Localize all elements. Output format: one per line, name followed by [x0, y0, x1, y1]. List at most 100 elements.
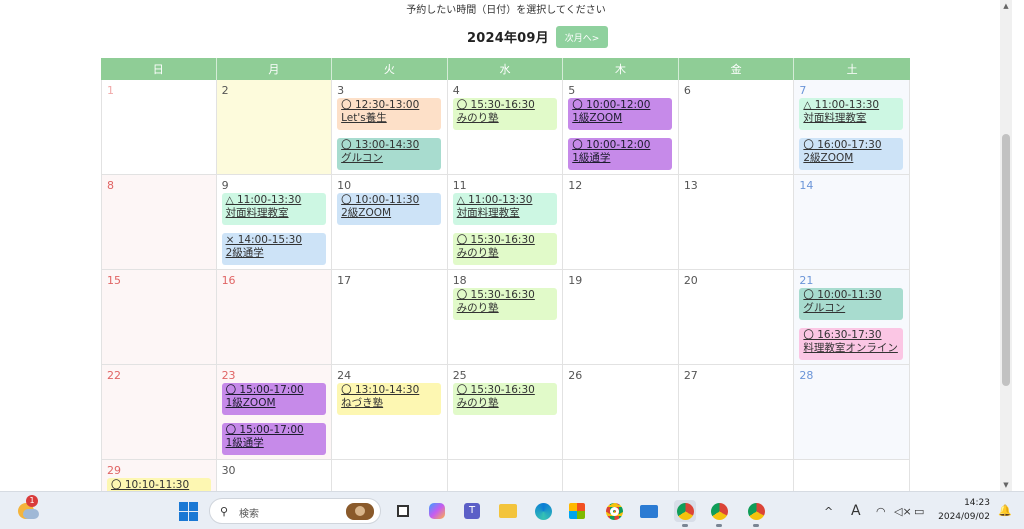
day-cell[interactable]: 29 〇 10:10-11:30: [101, 460, 217, 491]
empty-day-cell: [679, 460, 795, 491]
day-cell[interactable]: 23 〇 15:00-17:00 1級ZOOM 〇 15:00-17:00 1級通学: [216, 365, 333, 459]
event-slot-link[interactable]: 〇 15:30-16:30 みのり塾: [452, 383, 557, 415]
task-view-icon[interactable]: [392, 500, 414, 522]
next-month-button[interactable]: 次月へ>: [556, 26, 608, 48]
day-number: 2: [221, 84, 229, 97]
event-slot-link[interactable]: × 14:00-15:30 2級通学: [221, 233, 326, 265]
event-name: みのり塾: [456, 247, 499, 259]
day-cell[interactable]: 20: [679, 270, 795, 364]
chrome-profile-3-icon[interactable]: [745, 500, 767, 522]
event-slot-link[interactable]: 〇 13:10-14:30 ねづき塾: [337, 383, 442, 415]
copilot-icon[interactable]: [426, 500, 448, 522]
teams-icon[interactable]: T: [461, 500, 483, 522]
calendar-body: 12 3〇 12:30-13:00 Let's養生〇 13:00-14:30 グルコン…: [101, 80, 910, 491]
calendar-week: 15 16 17 18 〇 15:30-16:30 みのり塾 19 20 21 〇 10:00-1…: [101, 270, 910, 365]
day-cell[interactable]: 17: [332, 270, 448, 364]
event-slot-link[interactable]: 〇 16:30-17:30 料理教室オンライン: [799, 328, 904, 360]
day-cell[interactable]: 10 〇 10:00-11:30 2級ZOOM: [332, 175, 448, 269]
wifi-icon[interactable]: ◠: [876, 492, 886, 529]
chrome-profile-1-icon[interactable]: [674, 500, 696, 522]
day-cell[interactable]: 6: [679, 80, 795, 174]
day-number: 27: [683, 369, 698, 382]
vertical-scrollbar[interactable]: ▲ ▼: [1000, 0, 1012, 491]
day-number: 26: [568, 369, 583, 382]
day-cell[interactable]: 25 〇 15:30-16:30 みのり塾: [448, 365, 564, 459]
day-cell[interactable]: 3〇 12:30-13:00 Let's養生〇 13:00-14:30 グルコン: [332, 80, 448, 174]
event-time: 〇 10:00-12:00: [572, 99, 651, 111]
day-cell[interactable]: 1: [101, 80, 217, 174]
day-cell[interactable]: 8: [101, 175, 217, 269]
event-slot-link[interactable]: △ 11:00-13:30 対面料理教室: [452, 193, 557, 225]
day-number: 8: [107, 179, 114, 192]
start-menu-icon[interactable]: [177, 500, 199, 522]
day-cell[interactable]: 30: [217, 460, 333, 491]
day-cell[interactable]: 19: [563, 270, 679, 364]
volume-icon[interactable]: ◁×: [894, 492, 912, 529]
event-time: 〇 10:00-11:30: [803, 289, 882, 301]
battery-icon[interactable]: ▭: [914, 492, 924, 529]
day-cell[interactable]: 12: [563, 175, 679, 269]
event-name: 2級ZOOM: [341, 207, 392, 219]
event-slot-link[interactable]: 〇 15:00-17:00 1級通学: [221, 423, 326, 455]
scrollbar-thumb[interactable]: [1002, 134, 1010, 386]
event-slot-link[interactable]: 〇 10:10-11:30: [107, 478, 211, 491]
scroll-down-icon[interactable]: ▼: [1000, 479, 1012, 491]
ime-indicator[interactable]: A: [851, 492, 861, 529]
event-name: 対面料理教室: [803, 112, 867, 124]
weekday-sat: 土: [846, 63, 858, 76]
event-slot-link[interactable]: 〇 13:00-14:30 グルコン: [337, 138, 442, 170]
event-name: みのり塾: [456, 302, 499, 314]
event-slot-link[interactable]: 〇 15:00-17:00 1級ZOOM: [221, 383, 326, 415]
day-cell[interactable]: 11 △ 11:00-13:30 対面料理教室〇 15:30-16:30 みのり塾: [448, 175, 564, 269]
active-indicator: [753, 524, 759, 527]
day-cell[interactable]: 22: [101, 365, 217, 459]
instruction-text: 予約したい時間（日付）を選択してください: [406, 5, 606, 16]
day-cell[interactable]: 21 〇 10:00-11:30 グルコン〇 16:30-17:30 料理教室オンライ…: [794, 270, 910, 364]
edge-icon[interactable]: [532, 500, 554, 522]
weekday-fri: 金: [679, 58, 795, 80]
event-time: 〇 16:00-17:30: [803, 139, 882, 151]
day-cell[interactable]: 28: [794, 365, 910, 459]
file-explorer-icon[interactable]: [497, 500, 519, 522]
store-icon[interactable]: [566, 500, 588, 522]
chrome-icon[interactable]: [603, 500, 625, 522]
notification-bell-icon[interactable]: 🔔: [998, 504, 1012, 517]
search-placeholder: 検索: [239, 509, 259, 520]
chrome-profile-2-icon[interactable]: [708, 500, 730, 522]
day-cell[interactable]: 13: [679, 175, 795, 269]
month-title: 2024年09月: [467, 31, 549, 46]
day-cell[interactable]: 16: [216, 270, 333, 364]
taskbar-search[interactable]: ⚲ 検索: [209, 498, 381, 524]
day-cell[interactable]: 27: [679, 365, 795, 459]
day-number: 14: [799, 179, 814, 192]
event-slot-link[interactable]: 〇 12:30-13:00 Let's養生: [337, 98, 442, 130]
show-hidden-icons-icon[interactable]: ^: [824, 492, 833, 529]
day-cell[interactable]: 18 〇 15:30-16:30 みのり塾: [448, 270, 564, 364]
event-slot-link[interactable]: 〇 15:30-16:30 みのり塾: [452, 233, 557, 265]
day-cell[interactable]: 14: [794, 175, 910, 269]
event-slot-link[interactable]: △ 11:00-13:30 対面料理教室: [221, 193, 326, 225]
day-cell[interactable]: 9 △ 11:00-13:30 対面料理教室 × 14:00-15:30 2級通学: [217, 175, 333, 269]
event-slot-link[interactable]: 〇 15:30-16:30 みのり塾: [452, 98, 557, 130]
system-clock[interactable]: 14:23 2024/09/02: [938, 496, 990, 524]
day-number: 28: [799, 369, 814, 382]
day-cell[interactable]: 24 〇 13:10-14:30 ねづき塾: [332, 365, 448, 459]
event-slot-link[interactable]: 〇 10:00-11:30 グルコン: [799, 288, 904, 320]
day-cell[interactable]: 15: [101, 270, 217, 364]
day-number: 3: [337, 84, 345, 97]
event-slot-link[interactable]: 〇 10:00-12:00 1級通学: [568, 138, 673, 170]
day-cell[interactable]: 4〇 15:30-16:30 みのり塾: [448, 80, 564, 174]
day-cell[interactable]: 5〇 10:00-12:00 1級ZOOM 〇 10:00-12:00 1級通学: [563, 80, 679, 174]
event-slot-link[interactable]: 〇 10:00-11:30 2級ZOOM: [337, 193, 442, 225]
event-slot-link[interactable]: △ 11:00-13:30 対面料理教室: [799, 98, 904, 130]
day-cell[interactable]: 7 △ 11:00-13:30 対面料理教室〇 16:00-17:30 2級ZOOM: [794, 80, 910, 174]
day-number: 13: [683, 179, 698, 192]
event-slot-link[interactable]: 〇 15:30-16:30 みのり塾: [452, 288, 557, 320]
day-cell[interactable]: 26: [563, 365, 679, 459]
event-slot-link[interactable]: 〇 16:00-17:30 2級ZOOM: [799, 138, 904, 170]
scroll-up-icon[interactable]: ▲: [1000, 0, 1012, 12]
event-slot-link[interactable]: 〇 10:00-12:00 1級ZOOM: [568, 98, 673, 130]
event-time: 〇 10:00-11:30: [341, 194, 420, 206]
day-cell[interactable]: 2: [216, 80, 333, 174]
remote-desktop-icon[interactable]: [638, 500, 660, 522]
